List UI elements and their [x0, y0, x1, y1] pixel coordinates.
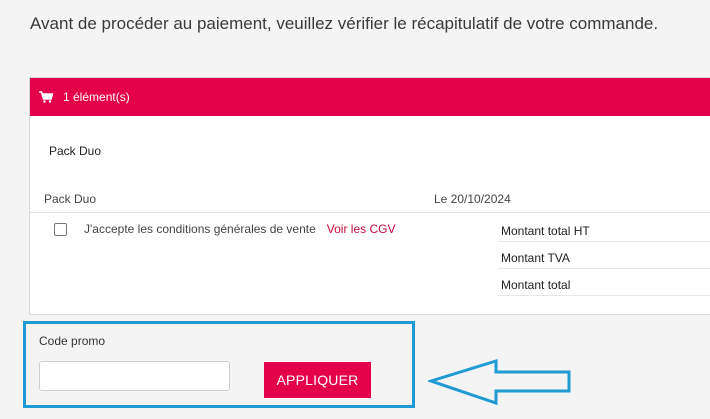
cart-header: 1 élément(s)	[30, 78, 710, 116]
cgv-checkbox[interactable]	[54, 222, 67, 236]
cart-item-count: 1 élément(s)	[63, 90, 130, 104]
promo-code-label: Code promo	[39, 334, 106, 348]
line-item-date: Le 20/10/2024	[434, 192, 511, 206]
product-title: Pack Duo	[49, 144, 102, 158]
order-line-row: Pack Duo Le 20/10/2024	[30, 180, 710, 213]
total-label: Montant total	[498, 269, 710, 296]
totals-table: Montant total HT Montant TVA Montant tot…	[498, 215, 710, 296]
cart-icon	[39, 91, 53, 103]
cgv-label: J'accepte les conditions générales de ve…	[84, 222, 316, 236]
view-cgv-link[interactable]: Voir les CGV	[327, 222, 396, 236]
line-item-name: Pack Duo	[44, 192, 97, 206]
total-ht-label: Montant total HT	[498, 215, 710, 242]
total-tva-label: Montant TVA	[498, 242, 710, 269]
checkout-intro-text: Avant de procéder au paiement, veuillez …	[30, 14, 659, 33]
order-summary: 1 élément(s) Pack Duo Pack Duo Le 20/10/…	[29, 77, 710, 315]
promo-code-input[interactable]	[39, 361, 230, 391]
apply-promo-button[interactable]: APPLIQUER	[264, 362, 371, 398]
promo-code-highlight: Code promo APPLIQUER	[23, 321, 415, 408]
left-arrow-icon	[428, 358, 571, 406]
cgv-acceptance: J'accepte les conditions générales de ve…	[54, 222, 395, 236]
